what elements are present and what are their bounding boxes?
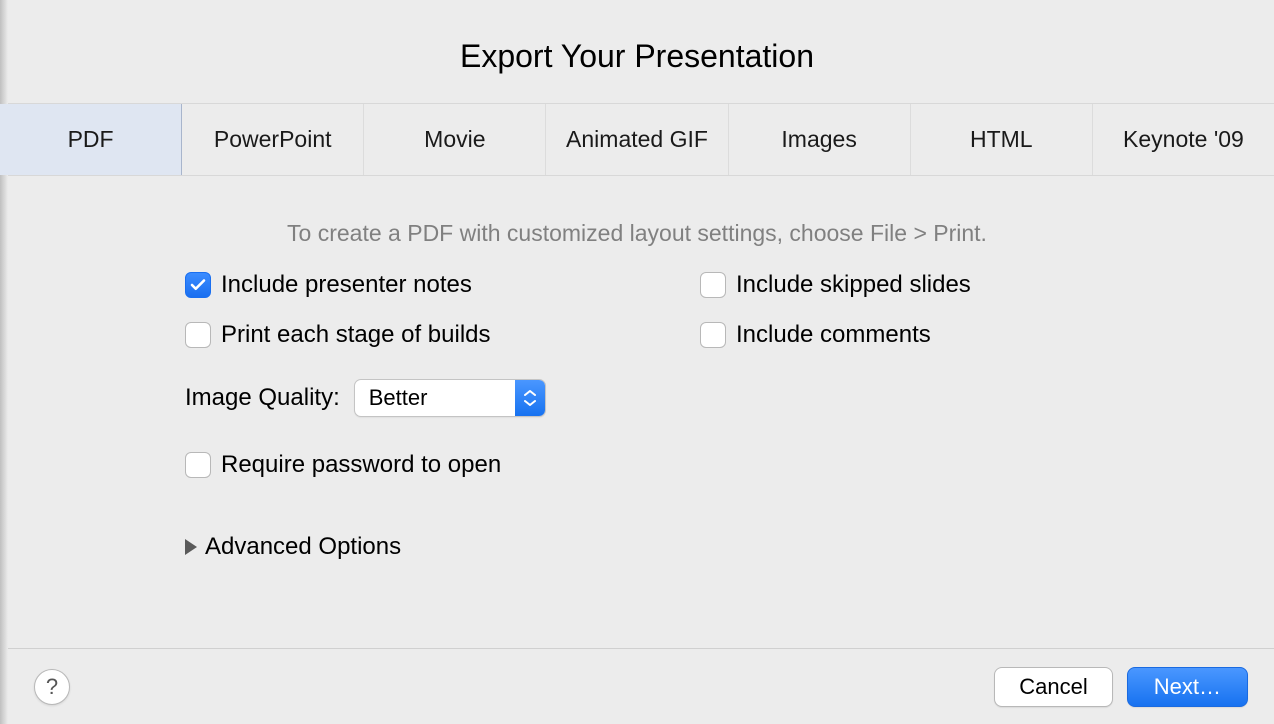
label-include-skipped-slides: Include skipped slides — [736, 271, 971, 299]
checkmark-icon — [189, 276, 207, 294]
label-print-each-stage: Print each stage of builds — [221, 321, 491, 349]
tab-movie[interactable]: Movie — [364, 104, 546, 175]
checkbox-include-presenter-notes[interactable] — [185, 272, 211, 298]
option-include-skipped-slides: Include skipped slides — [700, 271, 1155, 299]
export-format-tabs: PDF PowerPoint Movie Animated GIF Images… — [0, 103, 1274, 176]
cancel-button[interactable]: Cancel — [994, 667, 1112, 707]
image-quality-row: Image Quality: Better — [185, 379, 1274, 417]
select-image-quality-value: Better — [355, 385, 515, 411]
tab-keynote-09[interactable]: Keynote '09 — [1093, 104, 1274, 175]
select-stepper-icon — [515, 380, 545, 416]
tab-html[interactable]: HTML — [911, 104, 1093, 175]
checkbox-include-skipped-slides[interactable] — [700, 272, 726, 298]
advanced-options-disclosure[interactable]: Advanced Options — [185, 533, 1274, 561]
label-image-quality: Image Quality: — [185, 384, 340, 412]
tab-images[interactable]: Images — [729, 104, 911, 175]
tab-pdf[interactable]: PDF — [0, 104, 182, 175]
tab-powerpoint[interactable]: PowerPoint — [182, 104, 364, 175]
help-button[interactable]: ? — [34, 669, 70, 705]
option-require-password: Require password to open — [185, 451, 1274, 479]
option-include-presenter-notes: Include presenter notes — [185, 271, 640, 299]
chevron-down-icon — [524, 399, 536, 407]
pdf-options-panel: To create a PDF with customized layout s… — [0, 176, 1274, 561]
option-include-comments: Include comments — [700, 321, 1155, 349]
checkbox-options-grid: Include presenter notes Include skipped … — [185, 271, 1155, 349]
label-require-password: Require password to open — [221, 451, 501, 479]
option-print-each-stage: Print each stage of builds — [185, 321, 640, 349]
chevron-up-icon — [524, 389, 536, 397]
tab-animated-gif[interactable]: Animated GIF — [546, 104, 728, 175]
next-button[interactable]: Next… — [1127, 667, 1248, 707]
dialog-footer: ? Cancel Next… — [8, 648, 1274, 724]
helper-text: To create a PDF with customized layout s… — [0, 206, 1274, 271]
label-include-presenter-notes: Include presenter notes — [221, 271, 472, 299]
checkbox-print-each-stage[interactable] — [185, 322, 211, 348]
disclosure-triangle-icon — [185, 539, 197, 555]
checkbox-require-password[interactable] — [185, 452, 211, 478]
label-include-comments: Include comments — [736, 321, 931, 349]
select-image-quality[interactable]: Better — [354, 379, 546, 417]
dialog-title: Export Your Presentation — [0, 0, 1274, 103]
checkbox-include-comments[interactable] — [700, 322, 726, 348]
label-advanced-options: Advanced Options — [205, 533, 401, 561]
